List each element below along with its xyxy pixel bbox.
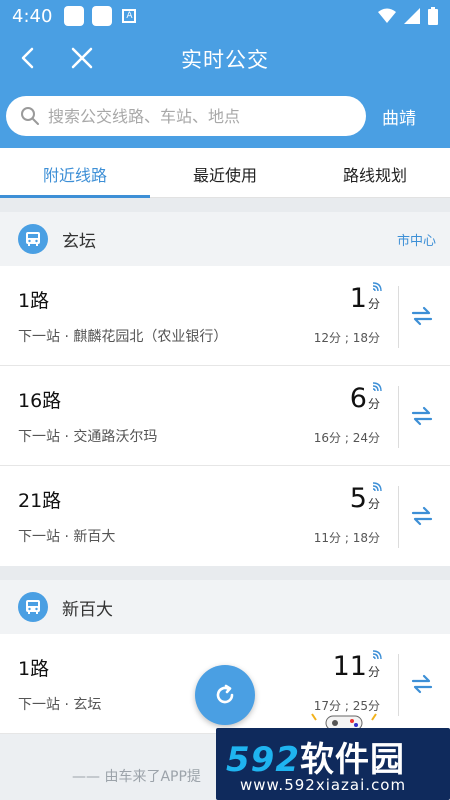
realtime-signal-icon	[372, 282, 382, 292]
battery-icon	[428, 7, 438, 25]
arrival-minutes-unit: 分	[367, 297, 380, 311]
a-badge-icon: A	[122, 9, 137, 23]
next-arrivals: 12分 ; 18分	[313, 331, 380, 345]
route-next-stop: 下一站 · 玄坛	[18, 697, 102, 713]
arrival-minutes-value: 6	[349, 383, 367, 414]
route-next-stop: 下一站 · 麒麟花园北（农业银行）	[18, 329, 228, 345]
station-header[interactable]: 新百大	[0, 580, 450, 634]
realtime-signal-icon	[372, 650, 382, 660]
route-next-stop: 下一站 · 交通路沃尔玛	[18, 429, 158, 445]
station-header[interactable]: 玄坛 市中心	[0, 212, 450, 266]
refresh-icon	[216, 684, 234, 704]
arrival-minutes: 5 分	[349, 482, 382, 516]
status-time: 4:40	[12, 5, 53, 27]
arrival-minutes: 11 分	[332, 650, 382, 684]
refresh-button[interactable]	[195, 665, 255, 725]
swap-direction-icon[interactable]	[410, 504, 434, 528]
search-box[interactable]	[6, 96, 366, 136]
route-next-stop: 下一站 · 新百大	[18, 529, 116, 545]
realtime-signal-icon	[372, 482, 382, 492]
search-icon	[21, 107, 39, 125]
city-selector[interactable]: 曲靖	[382, 104, 416, 129]
station-area-tag: 市中心	[396, 233, 436, 249]
watermark-brand-number: 592	[226, 740, 300, 780]
signal-icon	[404, 8, 420, 24]
divider	[398, 486, 399, 548]
route-row[interactable]: 16路 下一站 · 交通路沃尔玛 6 分 16分 ; 24分	[0, 366, 450, 466]
route-name: 16路	[18, 390, 62, 412]
swap-direction-icon[interactable]	[410, 672, 434, 696]
section-gap	[0, 566, 450, 580]
realtime-signal-icon	[372, 382, 382, 392]
watermark-brand: 592软件园	[226, 732, 405, 781]
search-bar: 曲靖	[0, 84, 450, 148]
watermark-url: www.592xiazai.com	[240, 776, 407, 794]
swap-direction-icon[interactable]	[410, 404, 434, 428]
tab-route-planning[interactable]: 路线规划	[300, 148, 450, 197]
divider	[398, 654, 399, 716]
next-arrivals: 16分 ; 24分	[313, 431, 380, 445]
status-bar: 4:40 A	[0, 0, 450, 32]
arrival-minutes-value: 5	[349, 483, 367, 514]
arrival-minutes-unit: 分	[367, 497, 380, 511]
next-arrivals: 11分 ; 18分	[313, 531, 380, 545]
tab-nearby-routes[interactable]: 附近线路	[0, 148, 150, 198]
station-name: 玄坛	[62, 231, 96, 252]
notification-icon	[64, 6, 85, 26]
arrival-minutes-value: 1	[349, 283, 367, 314]
status-icons	[378, 7, 438, 25]
arrival-minutes-value: 11	[332, 651, 367, 682]
watermark-brand-text: 软件园	[299, 740, 405, 780]
title-bar: 实时公交	[0, 32, 450, 84]
route-row[interactable]: 1路 下一站 · 麒麟花园北（农业银行） 1 分 12分 ; 18分	[0, 266, 450, 366]
route-row[interactable]: 21路 下一站 · 新百大 5 分 11分 ; 18分	[0, 466, 450, 566]
divider	[398, 386, 399, 448]
bus-stop-icon	[18, 224, 48, 254]
arrival-minutes-unit: 分	[367, 665, 380, 679]
tab-bar: 附近线路 最近使用 路线规划	[0, 148, 450, 198]
route-name: 1路	[18, 658, 50, 680]
bus-stop-icon	[18, 592, 48, 622]
search-input[interactable]	[48, 106, 328, 126]
site-watermark-logo: 592软件园 www.592xiazai.com	[216, 728, 450, 800]
arrival-minutes: 6 分	[349, 382, 382, 416]
route-name: 1路	[18, 290, 50, 312]
page-title: 实时公交	[181, 48, 269, 72]
section-gap	[0, 198, 450, 212]
divider	[398, 286, 399, 348]
swap-direction-icon[interactable]	[410, 304, 434, 328]
notification-icon	[92, 6, 113, 26]
arrival-minutes-unit: 分	[367, 397, 380, 411]
wifi-icon	[378, 8, 396, 23]
route-name: 21路	[18, 490, 62, 512]
footer-tip-text: —— 由车来了APP提	[72, 769, 201, 785]
arrival-minutes: 1 分	[349, 282, 382, 316]
tab-recent[interactable]: 最近使用	[150, 148, 300, 197]
station-name: 新百大	[62, 599, 113, 620]
